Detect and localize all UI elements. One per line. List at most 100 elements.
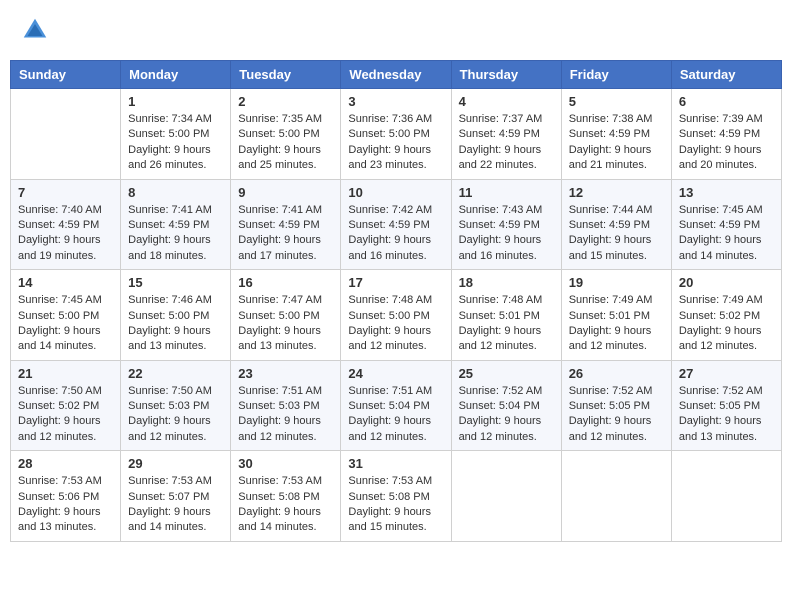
day-info: Sunrise: 7:43 AMSunset: 4:59 PMDaylight:… bbox=[459, 203, 554, 265]
day-info: Sunrise: 7:44 AMSunset: 4:59 PMDaylight:… bbox=[569, 203, 664, 265]
day-number: 26 bbox=[569, 366, 664, 381]
day-number: 1 bbox=[128, 94, 223, 109]
day-info: Sunrise: 7:52 AMSunset: 5:05 PMDaylight:… bbox=[679, 384, 774, 446]
day-number: 12 bbox=[569, 185, 664, 200]
day-number: 22 bbox=[128, 366, 223, 381]
day-number: 11 bbox=[459, 185, 554, 200]
day-number: 9 bbox=[238, 185, 333, 200]
day-info: Sunrise: 7:48 AMSunset: 5:01 PMDaylight:… bbox=[459, 293, 554, 355]
day-cell: 13 Sunrise: 7:45 AMSunset: 4:59 PMDayligh… bbox=[671, 179, 781, 270]
day-info: Sunrise: 7:51 AMSunset: 5:03 PMDaylight:… bbox=[238, 384, 333, 446]
day-number: 16 bbox=[238, 275, 333, 290]
day-info: Sunrise: 7:50 AMSunset: 5:02 PMDaylight:… bbox=[18, 384, 113, 446]
day-cell: 28 Sunrise: 7:53 AMSunset: 5:06 PMDayligh… bbox=[11, 451, 121, 542]
day-cell: 9 Sunrise: 7:41 AMSunset: 4:59 PMDaylight… bbox=[231, 179, 341, 270]
day-number: 27 bbox=[679, 366, 774, 381]
day-info: Sunrise: 7:53 AMSunset: 5:06 PMDaylight:… bbox=[18, 474, 113, 536]
day-cell: 7 Sunrise: 7:40 AMSunset: 4:59 PMDaylight… bbox=[11, 179, 121, 270]
page-header bbox=[10, 10, 782, 50]
day-cell: 15Sunrise: 7:46 AMSunset: 5:00 PMDayligh… bbox=[121, 270, 231, 361]
day-cell: 26 Sunrise: 7:52 AMSunset: 5:05 PMDayligh… bbox=[561, 360, 671, 451]
week-row-2: 7 Sunrise: 7:40 AMSunset: 4:59 PMDaylight… bbox=[11, 179, 782, 270]
day-number: 8 bbox=[128, 185, 223, 200]
day-number: 10 bbox=[348, 185, 443, 200]
day-cell: 4Sunrise: 7:37 AMSunset: 4:59 PMDaylight… bbox=[451, 89, 561, 180]
day-number: 2 bbox=[238, 94, 333, 109]
day-info: Sunrise: 7:49 AMSunset: 5:02 PMDaylight:… bbox=[679, 293, 774, 355]
day-info: Sunrise: 7:41 AMSunset: 4:59 PMDaylight:… bbox=[128, 203, 223, 265]
col-header-sunday: Sunday bbox=[11, 61, 121, 89]
day-number: 14 bbox=[18, 275, 113, 290]
day-info: Sunrise: 7:53 AMSunset: 5:08 PMDaylight:… bbox=[348, 474, 443, 536]
day-number: 4 bbox=[459, 94, 554, 109]
day-cell: 17Sunrise: 7:48 AMSunset: 5:00 PMDayligh… bbox=[341, 270, 451, 361]
day-cell: 10 Sunrise: 7:42 AMSunset: 4:59 PMDayligh… bbox=[341, 179, 451, 270]
day-number: 21 bbox=[18, 366, 113, 381]
logo bbox=[20, 15, 54, 45]
day-cell: 16 Sunrise: 7:47 AMSunset: 5:00 PMDayligh… bbox=[231, 270, 341, 361]
day-info: Sunrise: 7:53 AMSunset: 5:08 PMDaylight:… bbox=[238, 474, 333, 536]
day-cell: 23 Sunrise: 7:51 AMSunset: 5:03 PMDayligh… bbox=[231, 360, 341, 451]
day-cell: 11 Sunrise: 7:43 AMSunset: 4:59 PMDayligh… bbox=[451, 179, 561, 270]
col-header-tuesday: Tuesday bbox=[231, 61, 341, 89]
day-cell: 22 Sunrise: 7:50 AMSunset: 5:03 PMDayligh… bbox=[121, 360, 231, 451]
day-info: Sunrise: 7:53 AMSunset: 5:07 PMDaylight:… bbox=[128, 474, 223, 536]
day-info: Sunrise: 7:49 AMSunset: 5:01 PMDaylight:… bbox=[569, 293, 664, 355]
day-number: 25 bbox=[459, 366, 554, 381]
day-number: 6 bbox=[679, 94, 774, 109]
day-cell: 30 Sunrise: 7:53 AMSunset: 5:08 PMDayligh… bbox=[231, 451, 341, 542]
day-info: Sunrise: 7:46 AMSunset: 5:00 PMDaylight:… bbox=[128, 293, 223, 355]
col-header-thursday: Thursday bbox=[451, 61, 561, 89]
day-number: 17 bbox=[348, 275, 443, 290]
day-info: Sunrise: 7:51 AMSunset: 5:04 PMDaylight:… bbox=[348, 384, 443, 446]
day-number: 29 bbox=[128, 456, 223, 471]
day-cell bbox=[671, 451, 781, 542]
day-cell: 12 Sunrise: 7:44 AMSunset: 4:59 PMDayligh… bbox=[561, 179, 671, 270]
day-cell bbox=[451, 451, 561, 542]
day-info: Sunrise: 7:45 AMSunset: 5:00 PMDaylight:… bbox=[18, 293, 113, 355]
day-cell bbox=[561, 451, 671, 542]
day-cell: 18 Sunrise: 7:48 AMSunset: 5:01 PMDayligh… bbox=[451, 270, 561, 361]
day-cell: 31 Sunrise: 7:53 AMSunset: 5:08 PMDayligh… bbox=[341, 451, 451, 542]
day-cell: 24Sunrise: 7:51 AMSunset: 5:04 PMDayligh… bbox=[341, 360, 451, 451]
day-number: 28 bbox=[18, 456, 113, 471]
day-info: Sunrise: 7:47 AMSunset: 5:00 PMDaylight:… bbox=[238, 293, 333, 355]
day-info: Sunrise: 7:42 AMSunset: 4:59 PMDaylight:… bbox=[348, 203, 443, 265]
day-number: 7 bbox=[18, 185, 113, 200]
day-cell: 27 Sunrise: 7:52 AMSunset: 5:05 PMDayligh… bbox=[671, 360, 781, 451]
day-info: Sunrise: 7:45 AMSunset: 4:59 PMDaylight:… bbox=[679, 203, 774, 265]
day-info: Sunrise: 7:35 AMSunset: 5:00 PMDaylight:… bbox=[238, 112, 333, 174]
day-cell: 1Sunrise: 7:34 AMSunset: 5:00 PMDaylight… bbox=[121, 89, 231, 180]
day-cell: 19 Sunrise: 7:49 AMSunset: 5:01 PMDayligh… bbox=[561, 270, 671, 361]
col-header-wednesday: Wednesday bbox=[341, 61, 451, 89]
col-header-saturday: Saturday bbox=[671, 61, 781, 89]
day-cell bbox=[11, 89, 121, 180]
day-number: 19 bbox=[569, 275, 664, 290]
day-info: Sunrise: 7:52 AMSunset: 5:05 PMDaylight:… bbox=[569, 384, 664, 446]
calendar: SundayMondayTuesdayWednesdayThursdayFrid… bbox=[10, 60, 782, 542]
day-info: Sunrise: 7:50 AMSunset: 5:03 PMDaylight:… bbox=[128, 384, 223, 446]
week-row-1: 1Sunrise: 7:34 AMSunset: 5:00 PMDaylight… bbox=[11, 89, 782, 180]
col-header-friday: Friday bbox=[561, 61, 671, 89]
day-number: 3 bbox=[348, 94, 443, 109]
day-info: Sunrise: 7:41 AMSunset: 4:59 PMDaylight:… bbox=[238, 203, 333, 265]
day-number: 13 bbox=[679, 185, 774, 200]
day-info: Sunrise: 7:40 AMSunset: 4:59 PMDaylight:… bbox=[18, 203, 113, 265]
day-cell: 8 Sunrise: 7:41 AMSunset: 4:59 PMDaylight… bbox=[121, 179, 231, 270]
logo-icon bbox=[20, 15, 50, 45]
week-row-5: 28 Sunrise: 7:53 AMSunset: 5:06 PMDayligh… bbox=[11, 451, 782, 542]
day-number: 30 bbox=[238, 456, 333, 471]
week-row-4: 21 Sunrise: 7:50 AMSunset: 5:02 PMDayligh… bbox=[11, 360, 782, 451]
col-header-monday: Monday bbox=[121, 61, 231, 89]
day-number: 5 bbox=[569, 94, 664, 109]
day-info: Sunrise: 7:38 AMSunset: 4:59 PMDaylight:… bbox=[569, 112, 664, 174]
day-info: Sunrise: 7:52 AMSunset: 5:04 PMDaylight:… bbox=[459, 384, 554, 446]
calendar-header-row: SundayMondayTuesdayWednesdayThursdayFrid… bbox=[11, 61, 782, 89]
day-cell: 21 Sunrise: 7:50 AMSunset: 5:02 PMDayligh… bbox=[11, 360, 121, 451]
week-row-3: 14 Sunrise: 7:45 AMSunset: 5:00 PMDayligh… bbox=[11, 270, 782, 361]
day-number: 23 bbox=[238, 366, 333, 381]
day-cell: 20Sunrise: 7:49 AMSunset: 5:02 PMDayligh… bbox=[671, 270, 781, 361]
day-number: 18 bbox=[459, 275, 554, 290]
day-number: 31 bbox=[348, 456, 443, 471]
day-cell: 3Sunrise: 7:36 AMSunset: 5:00 PMDaylight… bbox=[341, 89, 451, 180]
